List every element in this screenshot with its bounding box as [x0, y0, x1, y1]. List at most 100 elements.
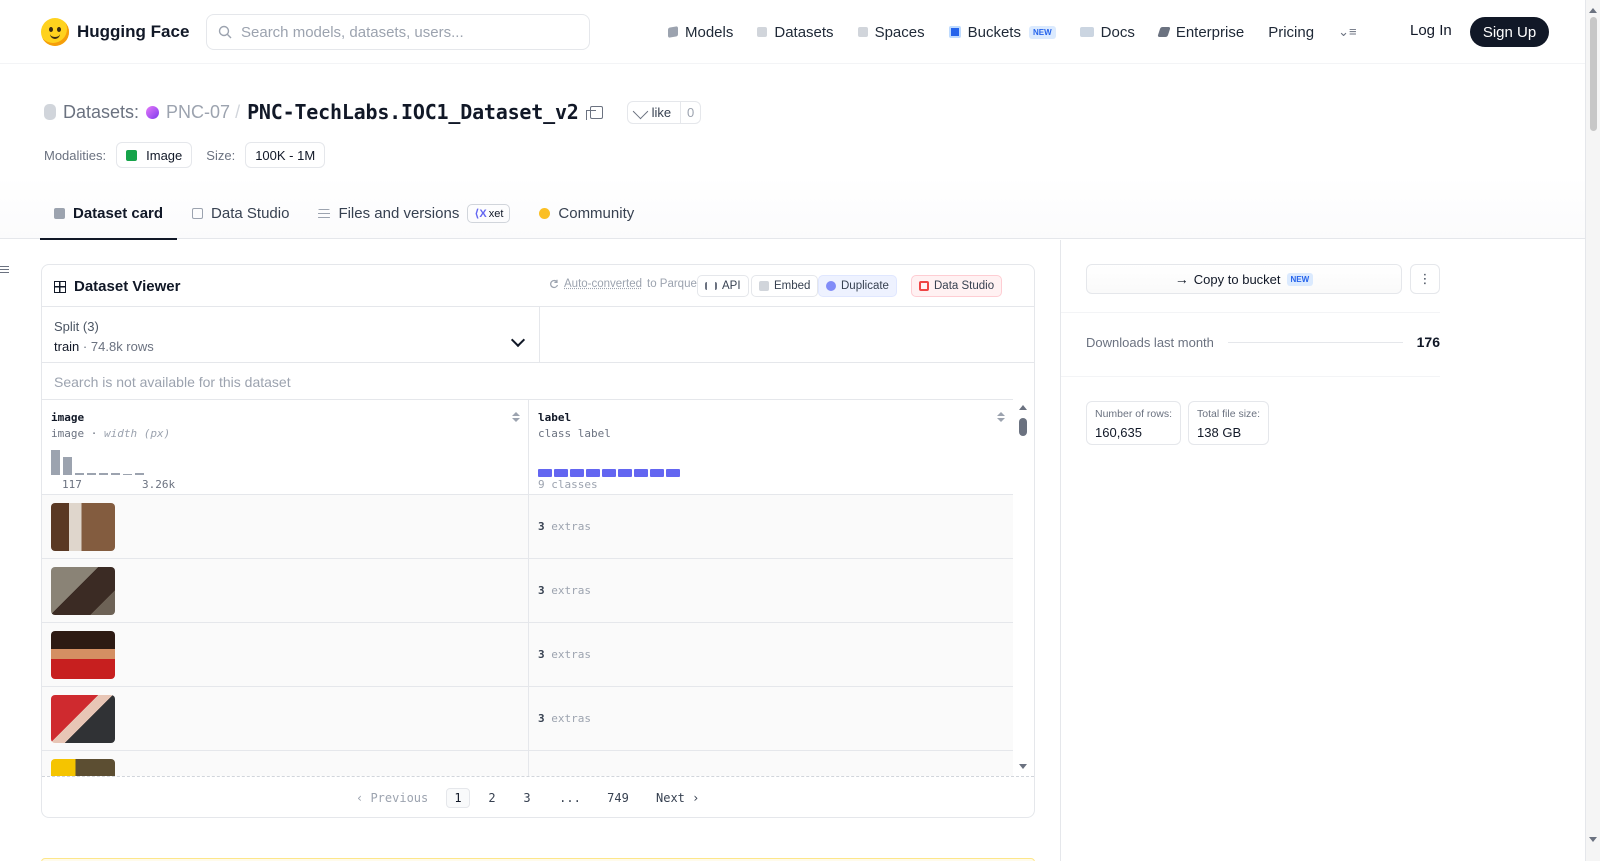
- dataset-stats: Number of rows: 160,635 Total file size: 1…: [1086, 401, 1270, 445]
- histogram-bar: [99, 473, 108, 475]
- nav-enterprise[interactable]: Enterprise: [1157, 20, 1244, 44]
- class-bar: [602, 469, 616, 477]
- global-search[interactable]: [206, 14, 590, 50]
- label-extra: extras: [551, 712, 591, 725]
- embed-icon: [759, 281, 769, 291]
- arrow-right-icon: →: [1174, 271, 1189, 287]
- tab-dataset-card[interactable]: Dataset card: [40, 188, 178, 240]
- sidebar-divider: [1061, 312, 1440, 313]
- column-header-label: label class label 9 classes: [529, 400, 1013, 496]
- data-studio-label: Data Studio: [934, 280, 995, 292]
- column-type-detail: width (px): [104, 427, 171, 440]
- page-2-button[interactable]: 2: [486, 788, 498, 808]
- table-header: image image · width (px) 117 3.26k label…: [42, 399, 1013, 496]
- org-link[interactable]: PNC-07: [166, 102, 230, 123]
- histogram-bar: [63, 457, 72, 475]
- nav-datasets[interactable]: Datasets: [757, 20, 834, 44]
- api-button[interactable]: API: [697, 275, 749, 297]
- image-thumbnail[interactable]: [51, 503, 115, 551]
- page-scroll-thumb[interactable]: [1590, 17, 1597, 131]
- scroll-up-icon[interactable]: [1589, 8, 1597, 13]
- image-thumbnail[interactable]: [51, 759, 115, 776]
- tab-community[interactable]: Community: [539, 188, 634, 239]
- tab-data-studio[interactable]: Data Studio: [192, 188, 289, 239]
- tab-data-studio-label: Data Studio: [211, 205, 290, 222]
- repo-name[interactable]: PNC-TechLabs.IOC1_Dataset_v2: [247, 100, 579, 124]
- sidebar-toggle-icon[interactable]: [0, 266, 9, 275]
- column-name: image: [51, 411, 85, 424]
- class-bar: [666, 469, 680, 477]
- split-secondary-area: [540, 307, 1034, 363]
- table-row[interactable]: 3 extras: [42, 687, 1013, 751]
- repo-tabs: Dataset card Data Studio Files and versi…: [40, 188, 663, 240]
- datasets-crumb[interactable]: Datasets:: [63, 102, 139, 123]
- column-type-text: image: [51, 427, 85, 440]
- split-rows: 74.8k rows: [90, 339, 154, 354]
- split-selector[interactable]: Split (3) train · 74.8k rows: [42, 307, 540, 363]
- modality-image-tag[interactable]: Image: [116, 142, 193, 168]
- login-link[interactable]: Log In: [1410, 22, 1452, 39]
- nav-buckets[interactable]: Buckets NEW: [948, 20, 1056, 44]
- more-options-icon[interactable]: ⋮: [1410, 264, 1440, 294]
- xet-label: xet: [488, 207, 504, 220]
- top-navigation-bar: Hugging Face Models Datasets Spaces Buck…: [0, 0, 1585, 64]
- auto-converted-note: Auto-converted to Parquet: [549, 278, 700, 290]
- page-749-button[interactable]: 749: [606, 788, 630, 808]
- page-scrollbar[interactable]: [1585, 0, 1600, 861]
- like-button[interactable]: like 0: [626, 100, 702, 124]
- signup-button[interactable]: Sign Up: [1470, 17, 1549, 47]
- brand-name: Hugging Face: [77, 22, 190, 41]
- more-menu-icon[interactable]: ⌄≡: [1338, 20, 1360, 44]
- tab-files-and-versions[interactable]: Files and versions ⟨X xet: [318, 188, 511, 239]
- search-input[interactable]: [241, 23, 571, 41]
- nav-spaces[interactable]: Spaces: [857, 20, 925, 44]
- scroll-thumb[interactable]: [1019, 418, 1027, 436]
- label-extra: extras: [551, 584, 591, 597]
- table-row[interactable]: 3 extras: [42, 623, 1013, 687]
- pagination-next[interactable]: Next ›: [656, 788, 699, 808]
- table-scrollbar[interactable]: [1013, 399, 1034, 776]
- embed-button[interactable]: Embed: [751, 275, 819, 297]
- table-row[interactable]: 3 extras: [42, 559, 1013, 623]
- scroll-up-icon[interactable]: [1019, 405, 1027, 410]
- nav-models-label: Models: [685, 23, 734, 41]
- class-bar: [634, 469, 648, 477]
- size-tag[interactable]: 100K - 1M: [245, 142, 326, 168]
- sort-icon[interactable]: [512, 412, 520, 422]
- image-thumbnail[interactable]: [51, 695, 115, 743]
- data-studio-button[interactable]: Data Studio: [911, 275, 1003, 297]
- scroll-down-icon[interactable]: [1589, 837, 1597, 842]
- page-1-button[interactable]: 1: [446, 788, 470, 808]
- table-icon: [192, 208, 204, 219]
- table-row[interactable]: 3 extras: [42, 495, 1013, 559]
- hugging-face-logo-link[interactable]: Hugging Face: [41, 18, 189, 46]
- buckets-icon: [948, 26, 961, 38]
- auto-converted-link[interactable]: Auto-converted: [564, 278, 642, 290]
- viewer-title: Dataset Viewer: [54, 278, 180, 295]
- class-bar: [586, 469, 600, 477]
- histogram-bar: [51, 450, 60, 475]
- histogram-bar: [111, 473, 120, 475]
- new-badge: NEW: [1028, 25, 1056, 39]
- sort-icon[interactable]: [997, 412, 1005, 422]
- split-name: train: [54, 339, 80, 354]
- nav-docs[interactable]: Docs: [1079, 20, 1135, 44]
- label-extra: extras: [551, 520, 591, 533]
- viewer-header: Dataset Viewer Auto-converted to Parquet …: [42, 265, 1034, 307]
- image-thumbnail[interactable]: [51, 567, 115, 615]
- scroll-down-icon[interactable]: [1019, 764, 1027, 769]
- histogram-bar: [87, 473, 96, 475]
- downloads-count: 176: [1416, 334, 1440, 350]
- pagination-previous[interactable]: ‹ Previous: [356, 788, 428, 808]
- image-thumbnail[interactable]: [51, 631, 115, 679]
- split-value: train · 74.8k rows: [54, 339, 527, 354]
- duplicate-button[interactable]: Duplicate: [818, 275, 897, 297]
- copy-icon[interactable]: [585, 105, 603, 120]
- nav-models[interactable]: Models: [668, 20, 733, 44]
- page-3-button[interactable]: 3: [521, 788, 533, 808]
- table-row[interactable]: [42, 751, 1013, 776]
- copy-to-bucket-button[interactable]: → Copy to bucket NEW: [1086, 264, 1402, 294]
- downloads-label: Downloads last month: [1086, 334, 1214, 350]
- dataset-metadata: Modalities: Image Size: 100K - 1M: [44, 142, 339, 168]
- nav-pricing[interactable]: Pricing: [1268, 20, 1314, 44]
